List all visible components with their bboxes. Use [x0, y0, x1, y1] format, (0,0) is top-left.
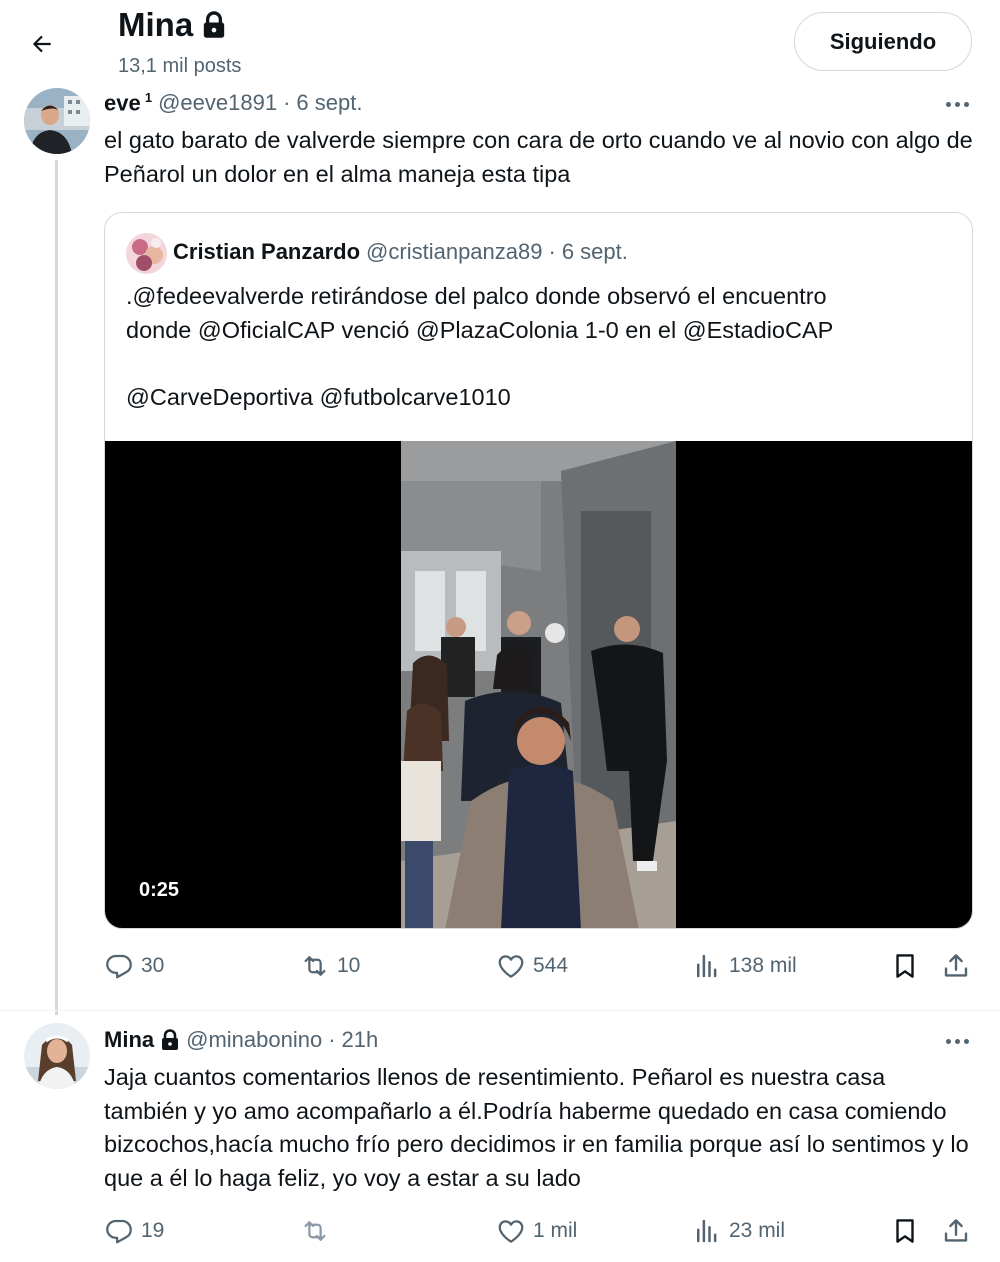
video-thumbnail	[401, 441, 676, 928]
video-player[interactable]: 0:25	[105, 441, 972, 928]
repost-icon	[304, 956, 326, 976]
quote-line-1: .@fedeevalverde retirándose del palco do…	[126, 283, 827, 309]
quote-handle[interactable]: @cristianpanza89	[366, 239, 542, 265]
divider	[0, 1010, 1000, 1011]
reply-count: 19	[141, 1219, 165, 1242]
share-icon	[944, 954, 968, 977]
views-button[interactable]: 138 mil	[692, 951, 797, 981]
lock-icon	[201, 11, 227, 39]
repost-count: 10	[337, 954, 361, 977]
tweet1-handle[interactable]: @eeve1891	[158, 90, 277, 116]
separator-dot: ·	[328, 1027, 336, 1052]
avatar-eve[interactable]	[24, 88, 90, 154]
tweet2-author-name[interactable]: Mina	[104, 1027, 154, 1053]
like-button[interactable]: 1 mil	[496, 1216, 577, 1246]
like-count: 1 mil	[533, 1219, 578, 1242]
profile-title: Mina	[118, 6, 227, 44]
following-button[interactable]: Siguiendo	[794, 12, 972, 71]
reply-count: 30	[141, 954, 165, 977]
tweet2-handle[interactable]: @minabonino	[186, 1027, 322, 1053]
reply-button[interactable]: 19	[104, 1216, 164, 1246]
reply-bubble-icon	[106, 954, 132, 979]
back-button[interactable]	[22, 24, 62, 64]
separator-dot: ·	[548, 239, 556, 264]
reply-bubble-icon	[106, 1219, 132, 1244]
tweet2-time[interactable]: 21h	[342, 1027, 379, 1053]
post-count: 13,1 mil posts	[118, 55, 242, 77]
tweet2-more-button[interactable]	[940, 1031, 974, 1051]
tweet1-author-name[interactable]: eve 1	[104, 90, 152, 116]
heart-icon	[498, 1220, 524, 1243]
avatar-cristian[interactable]	[126, 233, 167, 274]
tweet2-header: Mina @minabonino · 21h	[104, 1027, 378, 1053]
tweet1-actions: 30 10 544 138 mil	[104, 951, 979, 991]
thread-line	[55, 160, 58, 1015]
tweet1-more-button[interactable]	[940, 94, 974, 114]
repost-button[interactable]: 10	[300, 951, 360, 981]
quote-line-2: donde @OficialCAP venció @PlazaColonia 1…	[126, 316, 834, 343]
tweet1-time[interactable]: 6 sept.	[296, 90, 362, 116]
reply-button[interactable]: 30	[104, 951, 164, 981]
tweet2-actions: 19 1 mil 23 mil	[104, 1216, 979, 1256]
tweet1-text: el gato barato de valverde siempre con c…	[104, 127, 973, 187]
bookmark-icon	[896, 1219, 914, 1243]
repost-icon	[304, 1221, 326, 1241]
views-bars-icon	[697, 1219, 717, 1243]
quote-line-3: @CarveDeportiva @futbolcarve1010	[126, 383, 511, 410]
tweet2-text: Jaja cuantos comentarios llenos de resen…	[104, 1064, 969, 1191]
more-dots-icon	[945, 101, 951, 107]
separator-dot: ·	[283, 90, 291, 116]
quote-header: Cristian Panzardo @cristianpanza89 · 6 s…	[173, 239, 628, 265]
bookmark-button[interactable]	[890, 951, 920, 981]
share-icon	[944, 1219, 968, 1242]
repost-button[interactable]	[300, 1216, 337, 1246]
video-duration: 0:25	[139, 879, 180, 901]
lock-icon	[160, 1029, 180, 1051]
avatar-mina[interactable]	[24, 1023, 90, 1089]
like-count: 544	[533, 954, 569, 977]
more-dots-icon	[945, 1038, 951, 1044]
profile-header: Mina 13,1 mil posts Siguiendo	[0, 0, 1000, 86]
heart-icon	[498, 955, 524, 978]
bookmark-icon	[896, 954, 914, 978]
share-button[interactable]	[941, 1216, 971, 1246]
quote-time[interactable]: 6 sept.	[562, 239, 628, 265]
bookmark-button[interactable]	[890, 1216, 920, 1246]
like-button[interactable]: 544	[496, 951, 568, 981]
views-bars-icon	[697, 954, 717, 978]
views-button[interactable]: 23 mil	[692, 1216, 785, 1246]
quote-author-name[interactable]: Cristian Panzardo	[173, 239, 360, 265]
tweet1-header: eve 1 @eeve1891 · 6 sept.	[104, 90, 362, 116]
quoted-tweet-card[interactable]: Cristian Panzardo @cristianpanza89 · 6 s…	[104, 212, 973, 929]
tweet1-badge: 1	[144, 90, 153, 105]
arrow-left-icon	[32, 35, 51, 53]
profile-name: Mina	[118, 6, 194, 43]
quote-text: .@fedeevalverde retirándose del palco do…	[126, 280, 956, 414]
views-count: 138 mil	[729, 954, 797, 977]
views-count: 23 mil	[729, 1219, 786, 1242]
share-button[interactable]	[941, 951, 971, 981]
